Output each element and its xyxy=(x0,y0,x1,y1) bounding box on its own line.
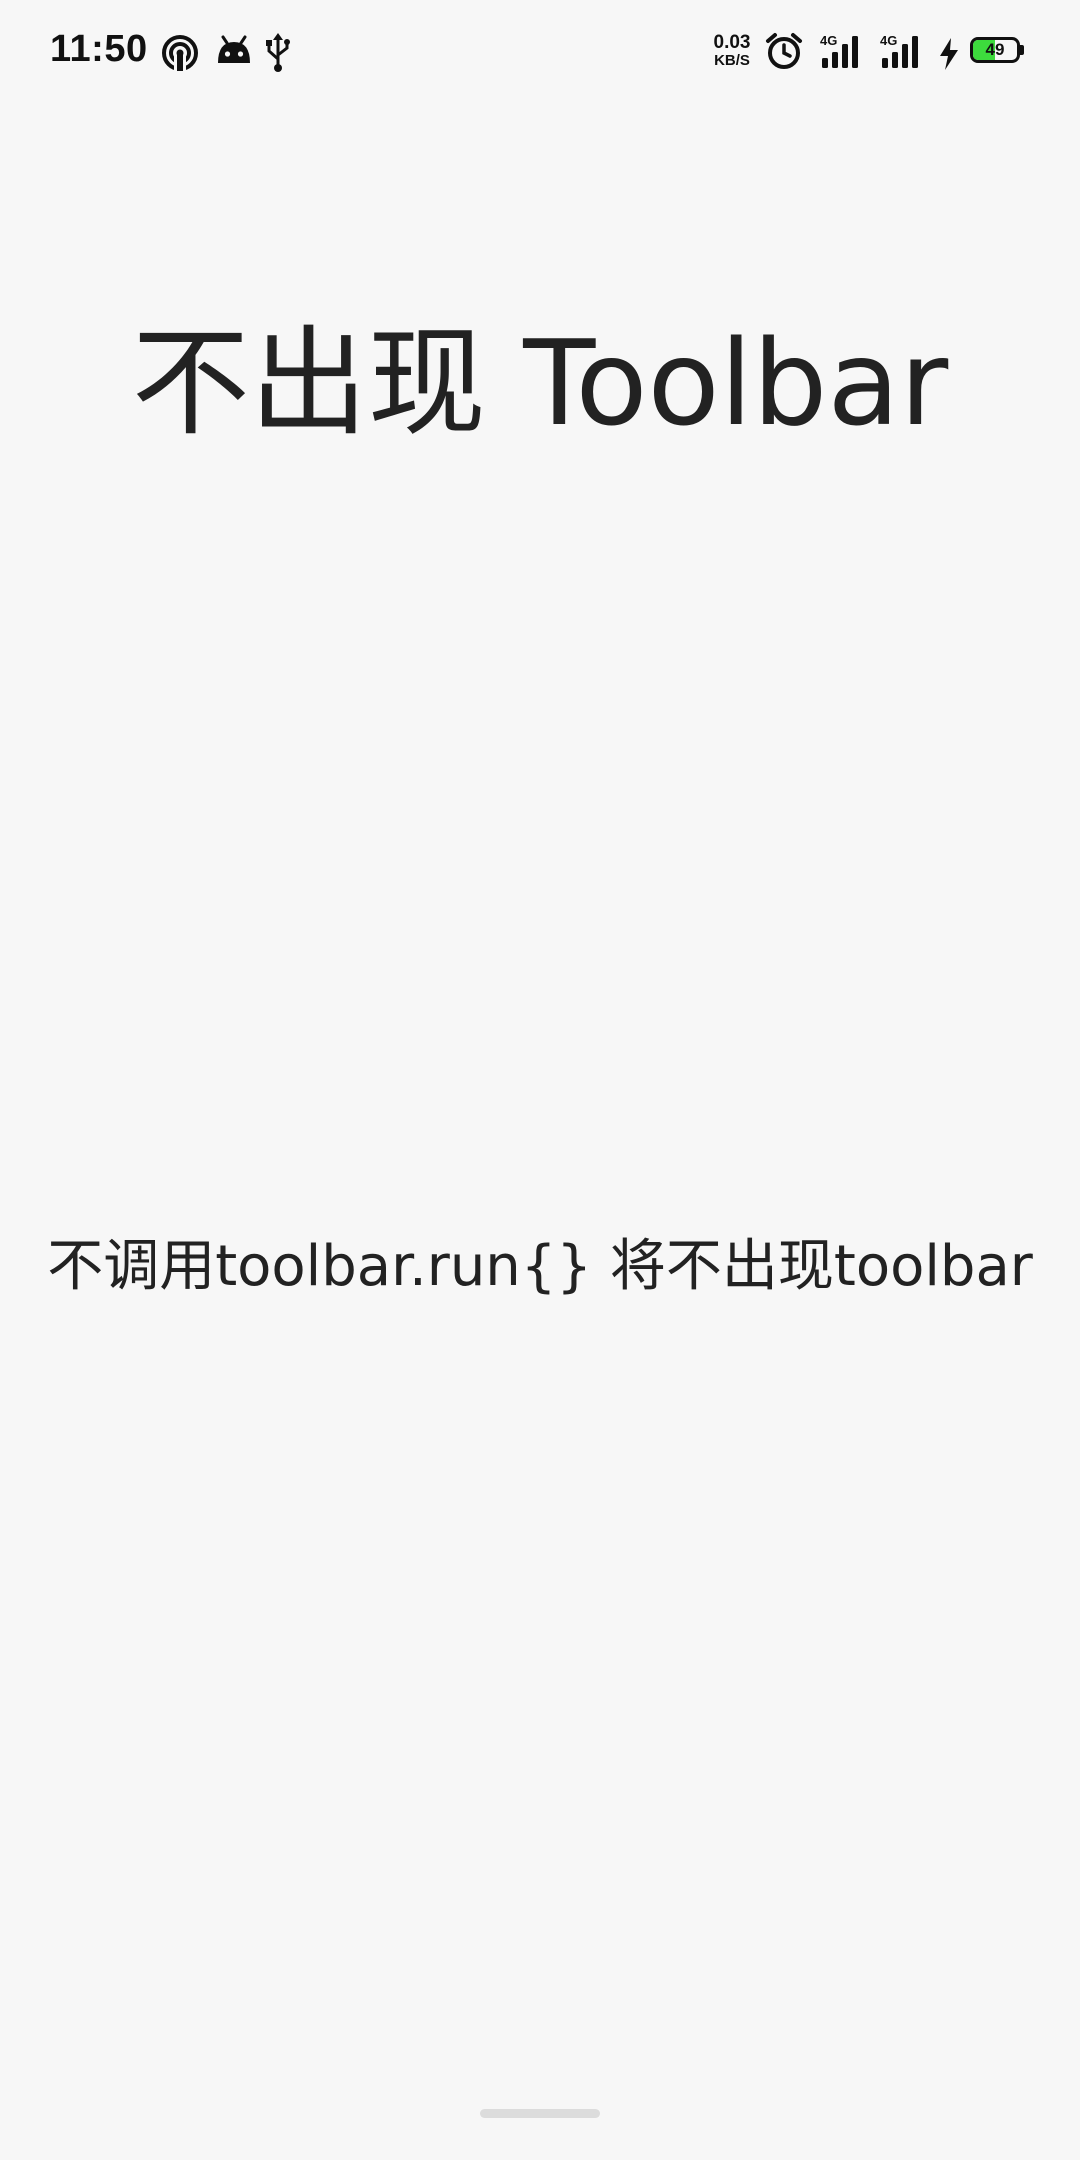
battery-level-text: 49 xyxy=(985,40,1005,59)
battery-cap xyxy=(1020,45,1024,55)
description-text: 不调用toolbar.run{} 将不出现toolbar xyxy=(47,1234,1033,1299)
status-time: 11:50 xyxy=(50,28,148,70)
usb-icon xyxy=(266,33,290,72)
hotspot-icon xyxy=(162,35,198,73)
android-icon xyxy=(218,35,250,63)
status-bar: 11:50 0.03 KB/S 4G 4G 49 xyxy=(0,0,1080,110)
signal-bars-icon xyxy=(822,36,858,68)
signal-bars-icon xyxy=(882,36,918,68)
network-speed-value: 0.03 xyxy=(713,32,751,53)
page-title: 不出现 Toolbar xyxy=(131,314,949,452)
battery-indicator: 49 xyxy=(970,37,1026,67)
home-indicator[interactable] xyxy=(480,2109,600,2118)
signal-strength-sim2: 4G xyxy=(880,34,926,70)
charging-bolt-icon xyxy=(940,38,958,70)
network-speed: 0.03 KB/S xyxy=(706,32,758,70)
signal-strength-sim1: 4G xyxy=(820,34,866,70)
network-speed-unit: KB/S xyxy=(714,52,750,69)
alarm-clock-icon xyxy=(766,33,802,69)
